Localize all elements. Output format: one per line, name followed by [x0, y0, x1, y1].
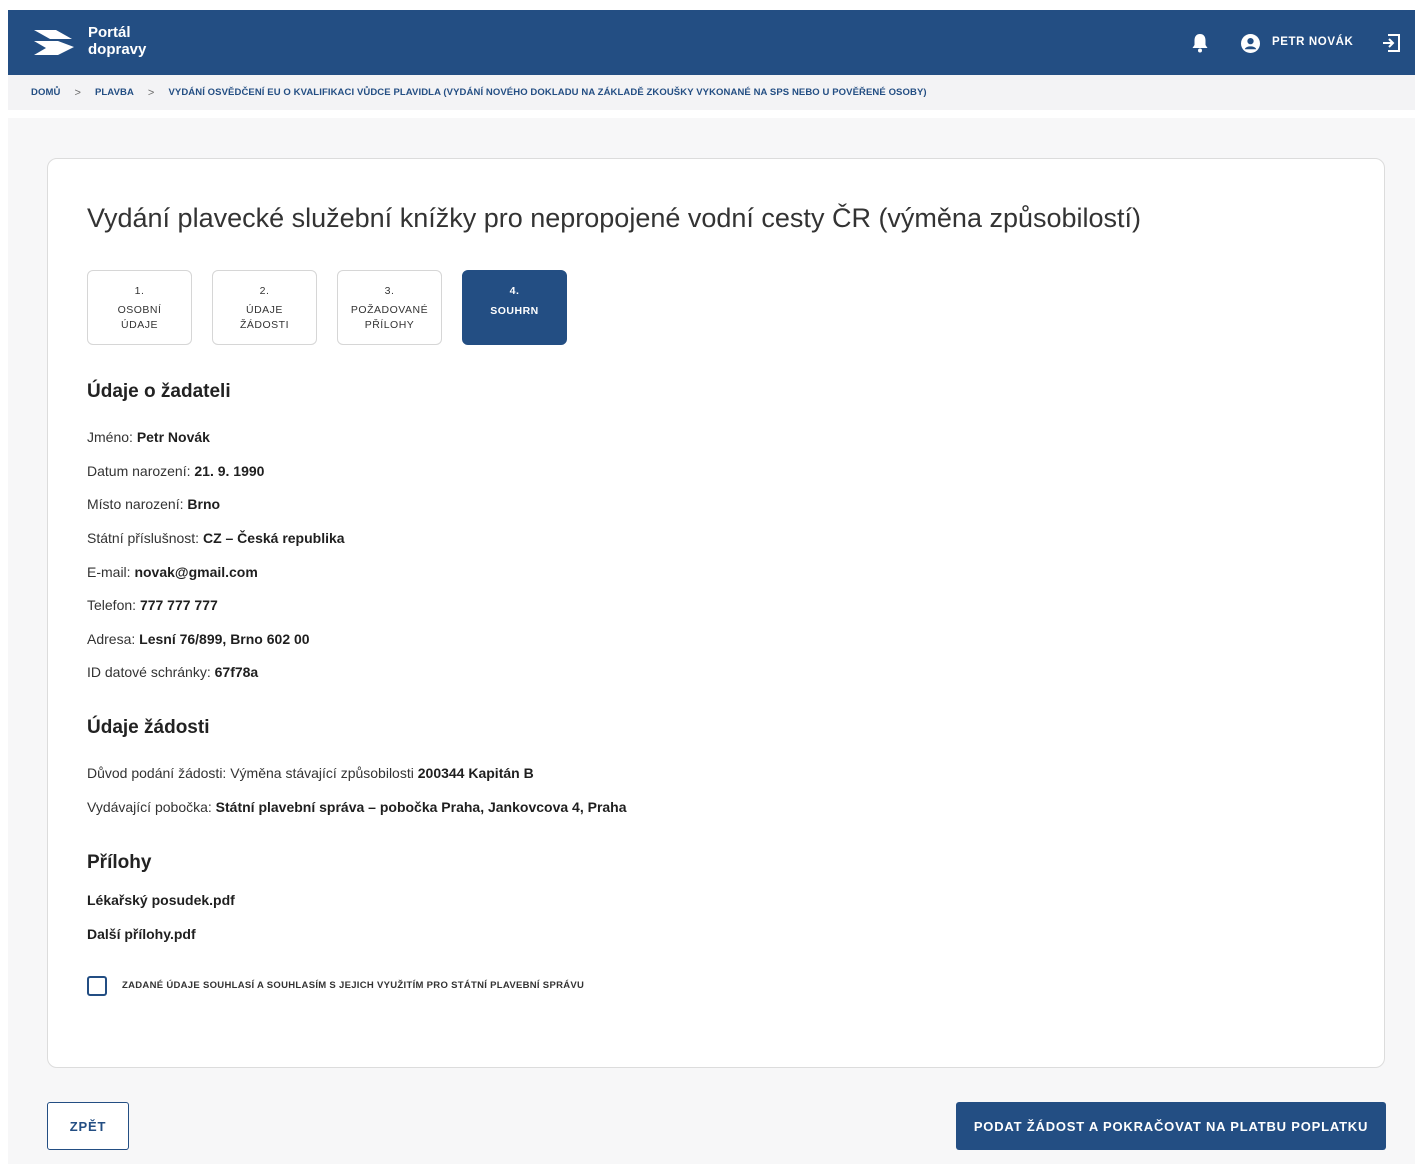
- applicant-email-row: E-mail: novak@gmail.com: [87, 564, 258, 580]
- step-label: POŽADOVANÉ PŘÍLOHY: [350, 304, 429, 331]
- applicant-name-row: Jméno: Petr Novák: [87, 429, 210, 445]
- chevron-right-icon: >: [147, 86, 155, 99]
- breadcrumb-plavba[interactable]: PLAVBA: [95, 87, 134, 98]
- applicant-heading: Údaje o žadateli: [87, 381, 231, 402]
- logout-icon[interactable]: [1380, 32, 1402, 54]
- request-reason-row: Důvod podání žádosti: Výměna stávající z…: [87, 765, 534, 781]
- step-label: OSOBNÍ ÚDAJE: [117, 304, 162, 331]
- applicant-databox-row: ID datové schránky: 67f78a: [87, 664, 259, 680]
- step-request-data[interactable]: 2. ÚDAJE ŽÁDOSTI: [212, 270, 317, 345]
- consent-checkbox[interactable]: [87, 976, 107, 996]
- bell-icon[interactable]: [1191, 33, 1209, 53]
- request-branch-row: Vydávající pobočka: Státní plavební sprá…: [87, 799, 627, 815]
- applicant-dob-row: Datum narození: 21. 9. 1990: [87, 463, 265, 479]
- step-personal-data[interactable]: 1. OSOBNÍ ÚDAJE: [87, 270, 192, 345]
- summary-card: Vydání plavecké služební knížky pro nepr…: [47, 158, 1385, 1068]
- breadcrumb-current[interactable]: VYDÁNÍ OSVĚDČENÍ EU O KVALIFIKACI VŮDCE …: [168, 87, 926, 98]
- applicant-address-row: Adresa: Lesní 76/899, Brno 602 00: [87, 631, 310, 647]
- portal-logo-icon[interactable]: [32, 27, 76, 59]
- step-label: SOUHRN: [490, 305, 539, 317]
- user-avatar-icon[interactable]: [1241, 34, 1260, 53]
- consent-label[interactable]: ZADANÉ ÚDAJE SOUHLASÍ A SOUHLASÍM S JEJI…: [122, 980, 584, 991]
- step-number: 2.: [259, 285, 270, 297]
- breadcrumb-divider: [8, 110, 1415, 118]
- portal-logo-text[interactable]: Portál dopravy: [88, 24, 146, 58]
- step-attachments[interactable]: 3. POŽADOVANÉ PŘÍLOHY: [337, 270, 442, 345]
- chevron-right-icon: >: [74, 86, 81, 99]
- submit-and-pay-button[interactable]: PODAT ŽÁDOST A POKRAČOVAT NA PLATBU POPL…: [956, 1102, 1386, 1150]
- request-heading: Údaje žádosti: [87, 717, 210, 738]
- stepper: 1. OSOBNÍ ÚDAJE 2. ÚDAJE ŽÁDOSTI 3. POŽA…: [87, 270, 567, 345]
- breadcrumb: DOMŮ > PLAVBA > VYDÁNÍ OSVĚDČENÍ EU O KV…: [8, 75, 1415, 110]
- step-number: 4.: [509, 285, 520, 297]
- back-button[interactable]: ZPĚT: [47, 1102, 129, 1150]
- breadcrumb-home[interactable]: DOMŮ: [31, 87, 60, 98]
- page-title: Vydání plavecké služební knížky pro nepr…: [87, 203, 1142, 233]
- step-number: 3.: [384, 285, 395, 297]
- applicant-pob-row: Místo narození: Brno: [87, 496, 221, 512]
- step-number: 1.: [134, 285, 145, 297]
- step-summary[interactable]: 4. SOUHRN: [462, 270, 567, 345]
- attachment-file[interactable]: Další přílohy.pdf: [87, 926, 196, 942]
- applicant-phone-row: Telefon: 777 777 777: [87, 597, 218, 613]
- attachments-heading: Přílohy: [87, 852, 152, 873]
- applicant-nationality-row: Státní příslušnost: CZ – Česká republika: [87, 530, 345, 546]
- attachment-file[interactable]: Lékařský posudek.pdf: [87, 892, 235, 908]
- user-name[interactable]: PETR NOVÁK: [1272, 36, 1353, 48]
- top-navigation-bar: Portál dopravy PETR NOVÁK: [8, 10, 1415, 75]
- step-label: ÚDAJE ŽÁDOSTI: [239, 304, 289, 331]
